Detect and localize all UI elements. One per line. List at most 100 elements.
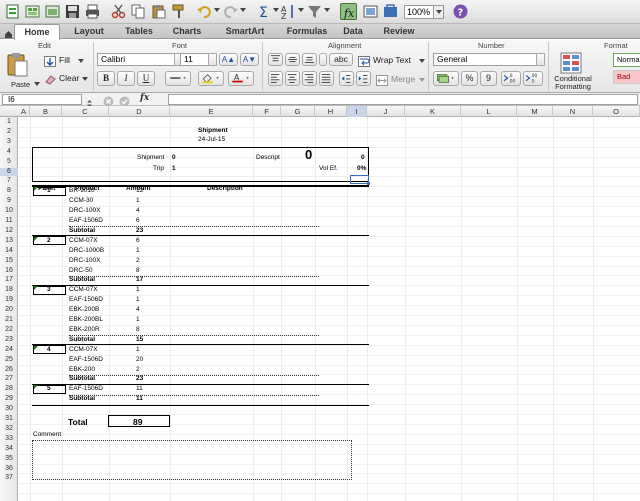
product-code[interactable]: EBK-200 bbox=[69, 366, 95, 374]
amount-value[interactable]: 2 bbox=[136, 257, 140, 265]
descript-value[interactable]: 0 bbox=[361, 154, 365, 162]
row-header-8[interactable]: 8 bbox=[0, 187, 18, 195]
descript-label[interactable]: Descript bbox=[256, 154, 280, 162]
column-header-c[interactable]: C bbox=[62, 106, 109, 117]
amount-value[interactable]: 6 bbox=[136, 217, 140, 225]
vol-ef-label[interactable]: Vol Ef. bbox=[319, 165, 338, 173]
subtotal-label[interactable]: Subtotal bbox=[69, 375, 95, 383]
row-header-23[interactable]: 23 bbox=[0, 336, 18, 344]
sheet-title[interactable]: Shipment bbox=[198, 127, 228, 135]
pallet-number[interactable]: 1 bbox=[47, 187, 51, 195]
fill-label[interactable]: Fill bbox=[59, 55, 70, 65]
save-icon[interactable] bbox=[64, 3, 81, 20]
name-box[interactable]: I6 bbox=[2, 94, 82, 105]
media-browser-icon[interactable] bbox=[362, 3, 379, 20]
font-size-field[interactable]: 11 bbox=[180, 53, 210, 66]
toolbox-icon[interactable] bbox=[382, 3, 399, 20]
confirm-entry-icon[interactable] bbox=[119, 94, 130, 107]
column-header-g[interactable]: G bbox=[281, 106, 315, 117]
align-middle-button[interactable] bbox=[285, 53, 300, 66]
pallet-number[interactable]: 3 bbox=[47, 286, 51, 294]
column-header-k[interactable]: K bbox=[405, 106, 461, 117]
tab-formulas[interactable]: Formulas bbox=[278, 24, 336, 39]
wrap-text-label[interactable]: Wrap Text bbox=[373, 55, 411, 65]
amount-value[interactable]: 1 bbox=[136, 247, 140, 255]
zoom-dropdown[interactable] bbox=[434, 5, 444, 19]
row-header-11[interactable]: 11 bbox=[0, 217, 18, 225]
comment-box[interactable] bbox=[32, 440, 352, 480]
row-header-18[interactable]: 18 bbox=[0, 286, 18, 294]
trip-value[interactable]: 1 bbox=[172, 165, 176, 173]
trip-label[interactable]: Trip bbox=[153, 165, 164, 173]
pallet-number[interactable]: 4 bbox=[47, 346, 51, 354]
align-center-button[interactable] bbox=[285, 71, 300, 86]
fx-icon[interactable]: fx bbox=[140, 93, 149, 103]
column-header-b[interactable]: B bbox=[30, 106, 62, 117]
bold-button[interactable]: B bbox=[97, 71, 115, 86]
font-size-dropdown[interactable] bbox=[208, 53, 217, 66]
zoom-field[interactable]: 100% bbox=[404, 5, 434, 19]
templates-icon[interactable] bbox=[24, 3, 41, 20]
amount-value[interactable]: 8 bbox=[136, 267, 140, 275]
subtotal-label[interactable]: Subtotal bbox=[69, 395, 95, 403]
style-normal[interactable]: Normal bbox=[613, 53, 640, 67]
justify-button[interactable] bbox=[319, 71, 334, 86]
autosum-dropdown-icon[interactable] bbox=[273, 8, 279, 12]
row-header-14[interactable]: 14 bbox=[0, 247, 18, 255]
amount-value[interactable]: 1 bbox=[136, 197, 140, 205]
amount-value[interactable]: 1 bbox=[136, 286, 140, 294]
align-bottom-button[interactable] bbox=[302, 53, 317, 66]
comment-label[interactable]: Comment bbox=[33, 431, 61, 439]
row-header-27[interactable]: 27 bbox=[0, 375, 18, 383]
tab-layout[interactable]: Layout bbox=[66, 24, 112, 39]
row-header-24[interactable]: 24 bbox=[0, 346, 18, 354]
clear-dropdown-icon[interactable] bbox=[82, 77, 88, 81]
shrink-font-icon[interactable]: A▼ bbox=[240, 53, 259, 66]
product-code[interactable]: EAF-1506D bbox=[69, 217, 103, 225]
row-header-17[interactable]: 17 bbox=[0, 276, 18, 284]
wrap-text-dropdown-icon[interactable] bbox=[419, 59, 425, 63]
total-label[interactable]: Total bbox=[68, 417, 88, 428]
row-header-3[interactable]: 3 bbox=[0, 138, 18, 146]
row-header-21[interactable]: 21 bbox=[0, 316, 18, 324]
pallet-number[interactable]: 5 bbox=[47, 385, 51, 393]
align-left-button[interactable] bbox=[268, 71, 283, 86]
row-header-19[interactable]: 19 bbox=[0, 296, 18, 304]
tab-review[interactable]: Review bbox=[378, 24, 420, 39]
borders-button[interactable] bbox=[165, 71, 191, 86]
underline-button[interactable]: U bbox=[137, 71, 155, 86]
cut-icon[interactable] bbox=[110, 3, 127, 20]
vol-ef-value[interactable]: 0% bbox=[357, 165, 366, 173]
row-header-32[interactable]: 32 bbox=[0, 425, 18, 433]
currency-button[interactable] bbox=[433, 71, 459, 86]
row-header-34[interactable]: 34 bbox=[0, 445, 18, 453]
align-top-button[interactable] bbox=[268, 53, 283, 66]
row-header-6[interactable]: 6 bbox=[0, 167, 18, 176]
amount-value[interactable]: 2 bbox=[136, 366, 140, 374]
new-icon[interactable] bbox=[4, 3, 21, 20]
column-header-e[interactable]: E bbox=[170, 106, 253, 117]
row-header-28[interactable]: 28 bbox=[0, 385, 18, 393]
column-header-h[interactable]: H bbox=[315, 106, 347, 117]
filter-dropdown-icon[interactable] bbox=[324, 8, 330, 12]
increase-decimal-button[interactable]: .0.00 bbox=[501, 71, 521, 86]
row-header-15[interactable]: 15 bbox=[0, 257, 18, 265]
merge-icon[interactable] bbox=[376, 73, 388, 86]
number-format-field[interactable]: General bbox=[433, 53, 537, 66]
column-header-m[interactable]: M bbox=[517, 106, 553, 117]
row-header-4[interactable]: 4 bbox=[0, 148, 18, 156]
orientation-button[interactable]: abc bbox=[329, 53, 353, 66]
amount-value[interactable]: 1 bbox=[136, 296, 140, 304]
column-header-l[interactable]: L bbox=[461, 106, 517, 117]
open-icon[interactable] bbox=[44, 3, 61, 20]
wrap-text-icon[interactable] bbox=[358, 54, 370, 67]
column-header-i[interactable]: I bbox=[347, 106, 367, 117]
format-painter-icon[interactable] bbox=[170, 3, 187, 20]
product-code[interactable]: DRC-100X bbox=[69, 257, 100, 265]
tab-data[interactable]: Data bbox=[338, 24, 368, 39]
undo-icon[interactable] bbox=[196, 3, 213, 20]
redo-icon[interactable] bbox=[222, 3, 239, 20]
product-code[interactable]: CCM-07X bbox=[69, 237, 98, 245]
column-header-d[interactable]: D bbox=[109, 106, 170, 117]
product-code[interactable]: EBK-200B bbox=[69, 306, 99, 314]
